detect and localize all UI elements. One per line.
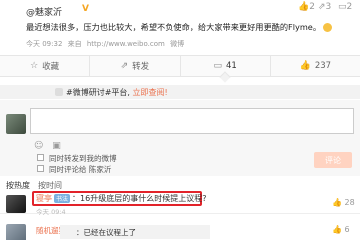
comment-option-label: 同时评论给 陈家沂	[49, 165, 112, 174]
comment-composer: ☺ ▣ 同时转发到我的微博 同时评论给 陈家沂 评论	[0, 100, 360, 176]
image-icon[interactable]: ▣	[52, 141, 61, 151]
comment-time: 今天 09:4	[36, 208, 66, 216]
favorite-button[interactable]: ☆ 收藏	[0, 56, 91, 76]
comment-username[interactable]: 寝亭	[36, 194, 52, 203]
post-action-bar: ☆ 收藏 ⇗ 转发 ▭ 41 👍 237	[0, 55, 360, 83]
comment-button[interactable]: ▭ 41	[181, 56, 271, 83]
comment-icon: ▭	[213, 61, 222, 71]
post-repost-icon[interactable]: ⇗3	[318, 2, 331, 12]
star-icon: ☆	[30, 61, 39, 71]
comment-avatar[interactable]	[6, 195, 26, 213]
my-avatar	[6, 114, 26, 134]
active-caret	[219, 71, 231, 83]
post-source-link[interactable]: http://www.weibo.com	[87, 40, 165, 48]
repost-icon: ⇗	[120, 61, 129, 71]
smile-emoji-icon	[323, 23, 333, 32]
notice-bar: #微博研讨#平台, 立即查阅!	[0, 85, 360, 99]
emoji-icon[interactable]: ☺	[34, 141, 43, 151]
post-meta: 今天 09:32 来自 http://www.weibo.com 微博	[26, 40, 185, 48]
reply-text: ：已经在议程上了	[76, 228, 136, 237]
notice-link[interactable]: 立即查阅!	[133, 88, 168, 97]
comment-avatar[interactable]	[6, 224, 26, 240]
thumbs-up-icon: 👍	[299, 61, 311, 71]
submit-comment-button[interactable]: 评论	[314, 152, 352, 168]
notice-text: #微博研讨#平台,	[66, 88, 133, 97]
composer-tools: ☺ ▣	[34, 141, 67, 151]
comment-text: 寝亭 书法 ：16升级底层的事什么时候提上议程?	[36, 194, 207, 203]
comment-sort-bar: 按热度 按时间	[0, 178, 360, 190]
comment-item: 寝亭 书法 ：16升级底层的事什么时候提上议程? 今天 09:4 👍 28	[0, 190, 360, 216]
post-text: 最近想法很多，压力也比较大，希望不负使命，给大家带来更好用更酷的Flyme。	[26, 21, 333, 33]
repost-option-label: 同时转发到我的微博	[49, 154, 117, 163]
post-username[interactable]: @魅家沂	[26, 5, 62, 18]
post-like-icon[interactable]: 👍2	[298, 2, 315, 12]
comment-like-button[interactable]: 👍 6	[332, 225, 350, 234]
verified-badge-icon: V	[82, 4, 89, 14]
post-comment-icon[interactable]: ▭2	[338, 2, 352, 12]
repost-button[interactable]: ⇗ 转发	[90, 56, 181, 76]
comment-to-author-checkbox[interactable]	[37, 165, 44, 172]
comment-input[interactable]	[30, 108, 354, 134]
notice-icon	[55, 88, 63, 96]
like-button[interactable]: 👍 237	[271, 56, 360, 76]
repost-checkbox[interactable]	[37, 154, 44, 161]
comment-like-button[interactable]: 👍 28	[332, 198, 355, 207]
user-tag-badge: 书法	[54, 194, 71, 203]
